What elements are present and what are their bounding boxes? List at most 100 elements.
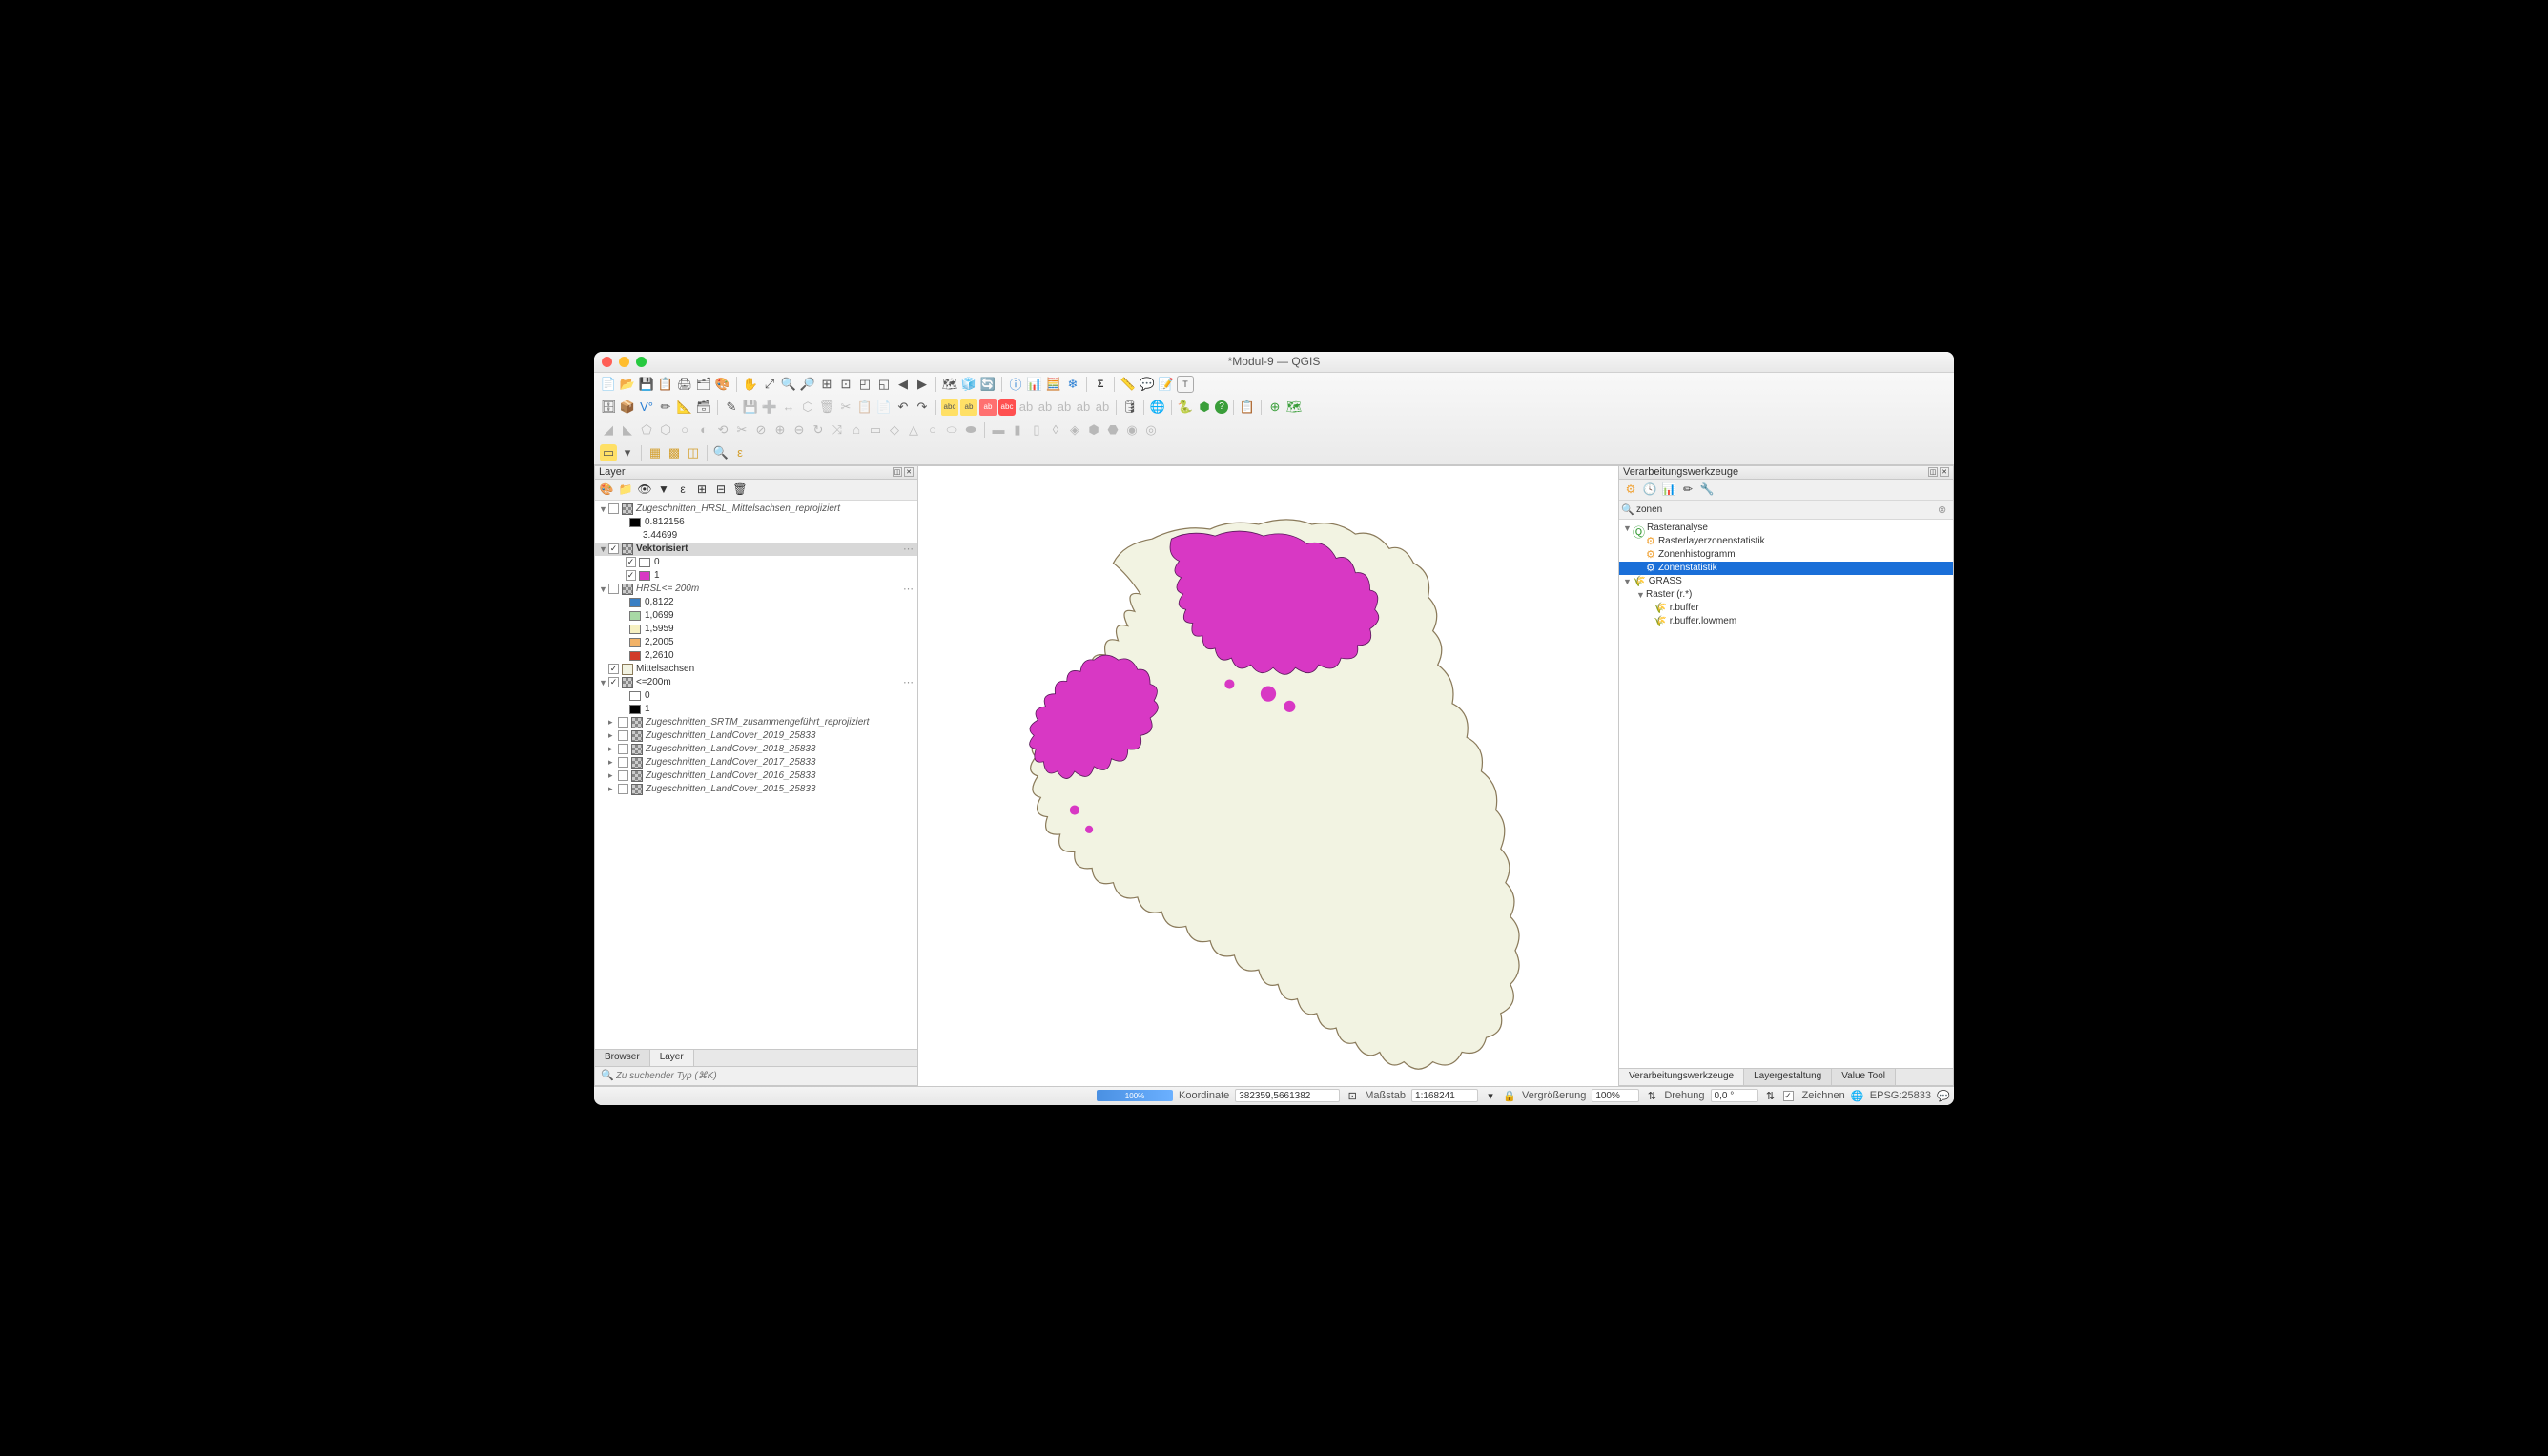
- panel-undock-icon[interactable]: ◫: [1928, 467, 1938, 477]
- algo-rbuffer[interactable]: r.buffer: [1670, 603, 1699, 613]
- toggle-edit-icon[interactable]: ✎: [723, 399, 740, 416]
- style-icon[interactable]: 🎨: [599, 482, 614, 497]
- locator-input[interactable]: [614, 1069, 767, 1083]
- tab-value-tool[interactable]: Value Tool: [1832, 1069, 1896, 1085]
- text-annotation-icon[interactable]: T: [1177, 376, 1194, 393]
- new-virtual-icon[interactable]: 🗃: [695, 399, 712, 416]
- zoom-layer-icon[interactable]: ◱: [875, 376, 893, 393]
- scale-dropdown-icon[interactable]: ▾: [1484, 1089, 1497, 1102]
- help-icon[interactable]: ?: [1215, 400, 1228, 414]
- database-icon[interactable]: 🛢: [1121, 399, 1139, 416]
- clipboard-icon[interactable]: 📋: [1239, 399, 1256, 416]
- new-shapefile-icon[interactable]: 📐: [676, 399, 693, 416]
- more-icon[interactable]: ⋯: [903, 676, 914, 688]
- data-source-icon[interactable]: 🗄: [600, 399, 617, 416]
- zoom-out-icon[interactable]: 🔎: [799, 376, 816, 393]
- web-icon[interactable]: 🌐: [1149, 399, 1166, 416]
- expand-icon[interactable]: ⊞: [694, 482, 709, 497]
- tab-processing[interactable]: Verarbeitungswerkzeuge: [1619, 1069, 1744, 1085]
- layer-hrsl[interactable]: Zugeschnitten_HRSL_Mittelsachsen_reproji…: [636, 503, 840, 514]
- history-icon[interactable]: 🕓: [1642, 482, 1657, 497]
- zoom-in-icon[interactable]: 🔍: [780, 376, 797, 393]
- processing-tree[interactable]: ▼ⓆRasteranalyse ⚙ Rasterlayerzonenstatis…: [1619, 520, 1953, 1068]
- field-calc-icon[interactable]: 🧮: [1045, 376, 1062, 393]
- redo-icon[interactable]: ↷: [914, 399, 931, 416]
- georef-icon[interactable]: ⊕: [1266, 399, 1284, 416]
- measure-icon[interactable]: 📏: [1120, 376, 1137, 393]
- new-map-view-icon[interactable]: 🗺: [941, 376, 958, 393]
- label-pin-icon[interactable]: abc: [998, 399, 1016, 416]
- layer-vektorisiert[interactable]: Vektorisiert: [636, 543, 688, 554]
- map-tips-icon[interactable]: 💬: [1139, 376, 1156, 393]
- coord-input[interactable]: [1235, 1089, 1340, 1102]
- label-highlight-icon[interactable]: ab: [960, 399, 977, 416]
- add-vector-icon[interactable]: V°: [638, 399, 655, 416]
- edit-icon[interactable]: ✏: [657, 399, 674, 416]
- mag-input[interactable]: [1592, 1089, 1639, 1102]
- rot-stepper-icon[interactable]: ⇅: [1764, 1089, 1777, 1102]
- undo-icon[interactable]: ↶: [894, 399, 912, 416]
- crs-icon[interactable]: 🌐: [1851, 1089, 1864, 1102]
- panel-undock-icon[interactable]: ◫: [893, 467, 902, 477]
- scale-input[interactable]: [1411, 1089, 1478, 1102]
- layout-manager-icon[interactable]: 🗂: [695, 376, 712, 393]
- zoom-native-icon[interactable]: ⊞: [818, 376, 835, 393]
- select-dropdown-icon[interactable]: ▾: [619, 444, 636, 461]
- layer-lte200[interactable]: <=200m: [636, 677, 671, 687]
- panel-close-icon[interactable]: ✕: [904, 467, 914, 477]
- processing-icon[interactable]: ❄: [1064, 376, 1081, 393]
- add-group-icon[interactable]: 📁: [618, 482, 633, 497]
- render-checkbox[interactable]: [1783, 1091, 1794, 1101]
- layer-item[interactable]: Zugeschnitten_LandCover_2015_25833: [646, 784, 815, 794]
- select-all-icon[interactable]: ▩: [666, 444, 683, 461]
- layers-tree[interactable]: ▼Zugeschnitten_HRSL_Mittelsachsen_reproj…: [595, 501, 917, 1049]
- expression-icon[interactable]: ε: [731, 444, 749, 461]
- results-icon[interactable]: 📊: [1661, 482, 1676, 497]
- more-icon[interactable]: ⋯: [903, 583, 914, 595]
- print-layout-icon[interactable]: 🖨: [676, 376, 693, 393]
- attributes-icon[interactable]: 📊: [1026, 376, 1043, 393]
- tab-layer-styling[interactable]: Layergestaltung: [1744, 1069, 1832, 1085]
- osm-icon[interactable]: 🗺: [1285, 399, 1303, 416]
- group-rasteranalyse[interactable]: Rasteranalyse: [1647, 523, 1708, 533]
- pan-selection-icon[interactable]: ⤢: [761, 376, 778, 393]
- algo-zonenhistogramm[interactable]: Zonenhistogramm: [1658, 549, 1736, 560]
- save-project-icon[interactable]: 💾: [638, 376, 655, 393]
- layer-item[interactable]: Zugeschnitten_SRTM_zusammengeführt_repro…: [646, 717, 869, 728]
- new-project-icon[interactable]: 📄: [600, 376, 617, 393]
- zoom-next-icon[interactable]: ▶: [914, 376, 931, 393]
- statistics-icon[interactable]: Σ: [1092, 376, 1109, 393]
- algo-zonenstatistik[interactable]: Zonenstatistik: [1658, 563, 1717, 573]
- zoom-last-icon[interactable]: ◀: [894, 376, 912, 393]
- deselect-icon[interactable]: ▦: [647, 444, 664, 461]
- rot-input[interactable]: [1711, 1089, 1758, 1102]
- style-manager-icon[interactable]: 🎨: [714, 376, 731, 393]
- expression-filter-icon[interactable]: ε: [675, 482, 690, 497]
- identify-icon[interactable]: ⓘ: [1007, 376, 1024, 393]
- mag-stepper-icon[interactable]: ⇅: [1645, 1089, 1658, 1102]
- crs-value[interactable]: EPSG:25833: [1870, 1090, 1931, 1101]
- map-canvas[interactable]: [918, 465, 1618, 1086]
- label-diagram-icon[interactable]: ab: [979, 399, 997, 416]
- clear-search-icon[interactable]: ⊗: [1938, 503, 1951, 516]
- zoom-full-icon[interactable]: ⊡: [837, 376, 854, 393]
- pan-icon[interactable]: ✋: [742, 376, 759, 393]
- model-icon[interactable]: ⚙: [1623, 482, 1638, 497]
- python-icon[interactable]: 🐍: [1177, 399, 1194, 416]
- plugins-icon[interactable]: ⬢: [1196, 399, 1213, 416]
- new-geopackage-icon[interactable]: 📦: [619, 399, 636, 416]
- layer-mittelsachsen[interactable]: Mittelsachsen: [636, 664, 694, 674]
- panel-close-icon[interactable]: ✕: [1940, 467, 1949, 477]
- annotation-icon[interactable]: 📝: [1158, 376, 1175, 393]
- remove-icon[interactable]: 🗑: [732, 482, 748, 497]
- filter-icon[interactable]: 🔍: [712, 444, 729, 461]
- save-as-icon[interactable]: 📋: [657, 376, 674, 393]
- group-raster[interactable]: Raster (r.*): [1646, 589, 1692, 600]
- tab-browser[interactable]: Browser: [595, 1050, 650, 1066]
- layer-hrsl200[interactable]: HRSL<= 200m: [636, 584, 699, 594]
- more-icon[interactable]: ⋯: [903, 543, 914, 555]
- visibility-icon[interactable]: 👁: [637, 482, 652, 497]
- layer-item[interactable]: Zugeschnitten_LandCover_2018_25833: [646, 744, 815, 754]
- open-project-icon[interactable]: 📂: [619, 376, 636, 393]
- tab-layer[interactable]: Layer: [650, 1050, 694, 1066]
